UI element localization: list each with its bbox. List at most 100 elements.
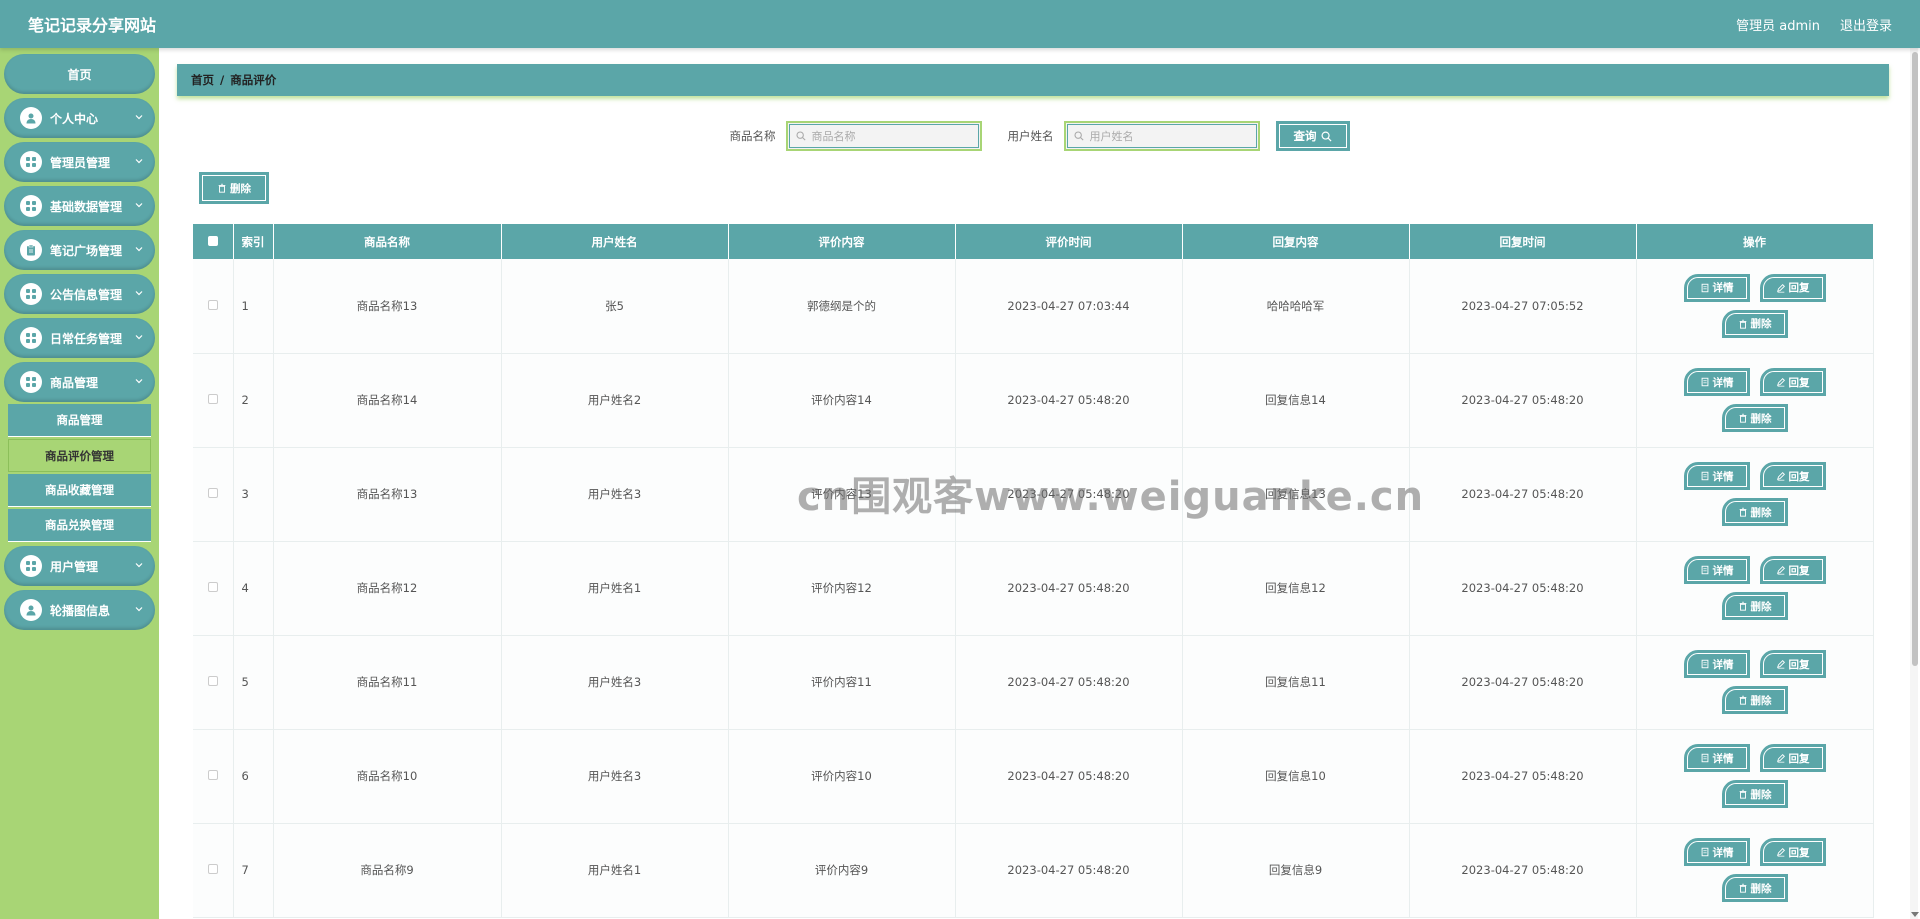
query-button-label: 查询: [1293, 129, 1317, 143]
column-header: 回复内容: [1182, 224, 1410, 259]
row-actions: 详情 回复删除: [1636, 353, 1874, 448]
row-checkbox[interactable]: [193, 353, 234, 448]
sidebar-item-label: 用户管理: [50, 559, 99, 574]
detail-label: 详情: [1712, 846, 1734, 859]
sidebar-item[interactable]: 用户管理: [4, 546, 155, 586]
detail-button[interactable]: 详情: [1683, 462, 1750, 490]
delete-button[interactable]: 删除: [1721, 498, 1788, 526]
submenu-item[interactable]: 商品管理: [8, 404, 151, 437]
delete-button[interactable]: 删除: [1721, 874, 1788, 902]
row-checkbox[interactable]: [193, 823, 234, 918]
table-cell: 商品名称14: [273, 353, 502, 448]
table-cell: 回复信息14: [1182, 353, 1410, 448]
reply-button[interactable]: 回复: [1759, 556, 1826, 584]
table-cell: 回复信息12: [1182, 541, 1410, 636]
reply-button[interactable]: 回复: [1759, 462, 1826, 490]
edit-icon: [1776, 378, 1785, 387]
table-row: 1 商品名称13 张5 郭德纲是个的 2023-04-27 07:03:44 哈哈哈哈军 2…: [193, 259, 1874, 354]
scroll-down-arrow-icon[interactable]: [1911, 912, 1919, 917]
table-row: 4 商品名称12 用户姓名1 评价内容12 2023-04-27 05:48:20 回复信…: [193, 541, 1874, 636]
reply-label: 回复: [1788, 564, 1810, 577]
scrollbar-thumb[interactable]: [1912, 52, 1918, 666]
sidebar-item[interactable]: 公告信息管理: [4, 274, 155, 314]
document-icon: [1701, 471, 1708, 481]
search-form: 商品名称 商品名称 用户姓名 用户姓名 查询: [159, 120, 1920, 152]
delete-label: 删除: [1750, 600, 1772, 613]
row-checkbox[interactable]: [193, 541, 234, 636]
submenu-item[interactable]: 商品收藏管理: [8, 474, 151, 507]
row-checkbox[interactable]: [193, 259, 234, 354]
sidebar-item-home[interactable]: 首页: [4, 54, 155, 94]
table-cell: 用户姓名1: [501, 541, 729, 636]
detail-button[interactable]: 详情: [1683, 368, 1750, 396]
reply-button[interactable]: 回复: [1759, 273, 1826, 302]
chevron-down-icon: [135, 607, 143, 612]
table-cell: 7: [233, 823, 274, 918]
sidebar-item[interactable]: 商品管理: [4, 362, 155, 402]
sidebar-item[interactable]: 基础数据管理: [4, 186, 155, 226]
detail-button[interactable]: 详情: [1683, 838, 1750, 866]
chevron-down-icon: [135, 115, 143, 120]
search-icon: [795, 131, 806, 141]
admin-label[interactable]: 管理员 admin: [1736, 15, 1820, 34]
table-cell: 郭德纲是个的: [728, 259, 956, 354]
detail-label: 详情: [1712, 658, 1734, 671]
column-header: 评价时间: [955, 224, 1183, 259]
document-icon: [1701, 753, 1708, 763]
detail-button[interactable]: 详情: [1683, 273, 1750, 302]
delete-label: 删除: [1750, 694, 1772, 707]
submenu-item[interactable]: 商品评价管理: [8, 439, 151, 472]
table-cell: 商品名称10: [273, 729, 502, 824]
table-cell: 用户姓名3: [501, 635, 729, 730]
table-cell: 2023-04-27 05:48:20: [1409, 823, 1637, 918]
delete-button[interactable]: 删除: [1721, 309, 1788, 338]
table-cell: 用户姓名1: [501, 823, 729, 918]
trash-icon: [1739, 413, 1746, 423]
sidebar-item[interactable]: 轮播图信息: [4, 590, 155, 630]
reply-button[interactable]: 回复: [1759, 368, 1826, 396]
reviews-table: 索引 商品名称 用户姓名 评价内容 评价时间 回复内容 回复时间 操作 1 商品名称13 张5 郭德…: [193, 224, 1874, 918]
row-checkbox[interactable]: [193, 447, 234, 542]
delete-button[interactable]: 删除: [1721, 686, 1788, 714]
delete-button[interactable]: 删除: [1721, 780, 1788, 808]
table-cell: 评价内容10: [728, 729, 956, 824]
delete-label: 删除: [1750, 412, 1772, 425]
column-header: 索引: [233, 224, 274, 259]
breadcrumb-home[interactable]: 首页: [191, 72, 214, 88]
grid-icon: [20, 195, 42, 217]
select-all-checkbox[interactable]: [193, 224, 234, 259]
row-actions: 详情 回复删除: [1636, 259, 1874, 354]
reply-label: 回复: [1788, 376, 1810, 389]
row-checkbox[interactable]: [193, 729, 234, 824]
chevron-down-icon: [135, 247, 143, 252]
sidebar-item[interactable]: 日常任务管理: [4, 318, 155, 358]
table-row: 5 商品名称11 用户姓名3 评价内容11 2023-04-27 05:48:20 回复信…: [193, 635, 1874, 730]
grid-icon: [20, 283, 42, 305]
document-icon: [1701, 659, 1708, 669]
row-checkbox[interactable]: [193, 635, 234, 730]
delete-label: 删除: [1750, 788, 1772, 801]
query-button[interactable]: 查询: [1275, 121, 1350, 151]
detail-button[interactable]: 详情: [1683, 556, 1750, 584]
reply-button[interactable]: 回复: [1759, 744, 1826, 772]
detail-button[interactable]: 详情: [1683, 650, 1750, 678]
sidebar-item[interactable]: 个人中心: [4, 98, 155, 138]
reply-button[interactable]: 回复: [1759, 650, 1826, 678]
sidebar-item[interactable]: 笔记广场管理: [4, 230, 155, 270]
sidebar: 首页 个人中心 管理员管理 基础数据管理 笔记广场管理 公告信息管理 日常任务管理 商品管理…: [0, 48, 159, 919]
sidebar-item[interactable]: 管理员管理: [4, 142, 155, 182]
logout-button[interactable]: 退出登录: [1840, 15, 1892, 34]
product-name-input[interactable]: 商品名称: [785, 121, 982, 151]
delete-button[interactable]: 删除: [1721, 404, 1788, 432]
table-cell: 商品名称12: [273, 541, 502, 636]
bulk-delete-button[interactable]: 删除: [199, 172, 269, 204]
submenu-item[interactable]: 商品兑换管理: [8, 509, 151, 542]
detail-button[interactable]: 详情: [1683, 744, 1750, 772]
table-cell: 评价内容12: [728, 541, 956, 636]
table-cell: 评价内容13: [728, 447, 956, 542]
table-cell: 2023-04-27 05:48:20: [1409, 729, 1637, 824]
delete-button[interactable]: 删除: [1721, 592, 1788, 620]
user-name-input[interactable]: 用户姓名: [1063, 121, 1260, 151]
reply-button[interactable]: 回复: [1759, 838, 1826, 866]
table-cell: 2023-04-27 05:48:20: [955, 447, 1183, 542]
